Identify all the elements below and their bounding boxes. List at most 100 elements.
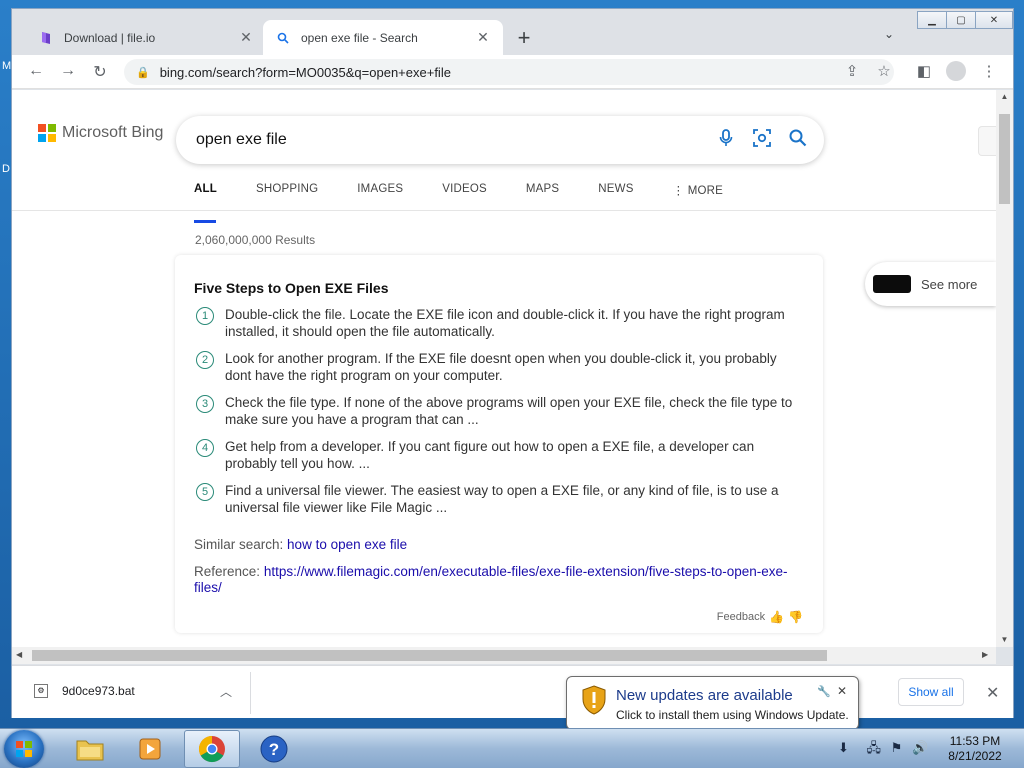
search-input[interactable]: open exe file <box>196 131 708 149</box>
scroll-down-icon[interactable]: ▼ <box>996 635 1013 644</box>
search-icon[interactable] <box>780 129 816 152</box>
step-text: Check the file type. If none of the abov… <box>225 395 793 427</box>
tab-strip: Download | file.io ✕ open exe file - Sea… <box>12 9 1013 55</box>
scrollbar-thumb[interactable] <box>32 650 827 661</box>
sidebar-toggle[interactable] <box>978 126 996 156</box>
search-box[interactable]: open exe file <box>176 116 824 164</box>
step-text: Look for another program. If the EXE fil… <box>225 351 777 383</box>
horizontal-scrollbar[interactable]: ◀ ▶ <box>12 647 996 664</box>
scope-more[interactable]: ⋮ MORE <box>673 183 723 213</box>
reload-icon[interactable]: ↻ <box>90 62 110 82</box>
notification-body: Click to install them using Windows Upda… <box>616 708 849 722</box>
side-panel-icon[interactable]: ◧ <box>914 62 934 80</box>
start-button[interactable] <box>4 730 44 768</box>
close-icon[interactable]: ✕ <box>837 684 847 698</box>
network-icon[interactable]: 🖧 <box>867 740 882 755</box>
download-item[interactable]: ⚙ 9d0ce973.bat <box>34 684 135 698</box>
thumbs-down-icon[interactable]: 👎 <box>788 610 803 624</box>
help-icon: ? <box>260 735 288 763</box>
logo-text: Microsoft Bing <box>62 124 164 141</box>
answer-card: Five Steps to Open EXE Files 1 Double-cli… <box>175 255 823 633</box>
scrollbar-thumb[interactable] <box>999 114 1010 204</box>
forward-icon[interactable]: → <box>58 62 78 80</box>
chevron-up-icon[interactable]: ︿ <box>220 683 232 700</box>
options-icon[interactable]: 🔧 <box>817 685 831 698</box>
media-player-icon <box>139 738 161 760</box>
new-tab-button[interactable]: + <box>512 25 536 51</box>
scroll-right-icon[interactable]: ▶ <box>982 650 988 659</box>
close-icon[interactable]: ✕ <box>238 29 254 46</box>
step-number: 3 <box>196 395 214 413</box>
system-tray: ⬇ 🖧 ⚑ 🔊 <box>838 739 928 761</box>
star-icon[interactable]: ☆ <box>874 62 894 80</box>
step-text: Get help from a developer. If you cant f… <box>225 439 755 471</box>
results-count: 2,060,000,000 Results <box>195 233 316 247</box>
browser-toolbar: ← → ↻ 🔒 bing.com/search?form=MO0035&q=op… <box>12 55 1013 89</box>
bing-logo[interactable]: Microsoft Bing <box>38 124 163 142</box>
folder-icon <box>76 740 104 761</box>
list-item: 5 Find a universal file viewer. The easie… <box>194 482 794 516</box>
visual-search-icon[interactable] <box>744 128 780 153</box>
minimize-button[interactable]: ▁ <box>917 11 947 29</box>
scope-videos[interactable]: VIDEOS <box>442 183 487 213</box>
scope-images[interactable]: IMAGES <box>357 183 403 213</box>
clock-time: 11:53 PM <box>949 734 1001 748</box>
taskbar-chrome[interactable] <box>184 730 240 768</box>
browser-window: Download | file.io ✕ open exe file - Sea… <box>11 8 1014 718</box>
tab-title: open exe file - Search <box>301 30 418 45</box>
scope-shopping[interactable]: SHOPPING <box>256 183 318 213</box>
divider <box>250 672 251 714</box>
taskbar-media-player[interactable] <box>122 730 178 768</box>
fileio-icon <box>38 30 54 46</box>
download-filename: 9d0ce973.bat <box>62 684 135 698</box>
feedback-label[interactable]: Feedback <box>717 611 765 623</box>
similar-search-link[interactable]: how to open exe file <box>287 537 407 552</box>
url-text: bing.com/search?form=MO0035&q=open+exe+f… <box>159 64 451 80</box>
tab-fileio[interactable]: Download | file.io ✕ <box>26 20 266 55</box>
menu-icon[interactable]: ⋮ <box>979 62 999 80</box>
vertical-scrollbar[interactable]: ▲ ▼ <box>996 90 1013 647</box>
step-number: 5 <box>196 483 214 501</box>
search-scopes: ALL SHOPPING IMAGES VIDEOS MAPS NEWS ⋮ M… <box>194 183 762 223</box>
reference-link[interactable]: https://www.filemagic.com/en/executable-… <box>194 564 788 595</box>
lock-icon: 🔒 <box>136 66 150 79</box>
thumbnail-image <box>873 275 911 293</box>
list-item: 2 Look for another program. If the EXE fi… <box>194 350 794 384</box>
scope-maps[interactable]: MAPS <box>526 183 559 213</box>
clock[interactable]: 11:53 PM 8/21/2022 <box>940 734 1010 764</box>
close-icon[interactable]: ✕ <box>986 683 999 703</box>
shield-warning-icon <box>582 685 606 715</box>
taskbar-help[interactable]: ? <box>246 730 302 768</box>
close-icon[interactable]: ✕ <box>475 29 491 46</box>
divider <box>12 210 996 211</box>
update-notification[interactable]: New updates are available Click to insta… <box>566 676 859 742</box>
tab-title: Download | file.io <box>64 30 156 45</box>
step-number: 2 <box>196 351 214 369</box>
scroll-left-icon[interactable]: ◀ <box>16 650 22 659</box>
page-viewport: Microsoft Bing open exe file ALL SHOPPIN… <box>12 90 996 647</box>
back-icon[interactable]: ← <box>26 62 46 80</box>
scope-news[interactable]: NEWS <box>598 183 633 213</box>
chevron-down-icon[interactable]: ⌄ <box>884 27 894 41</box>
search-icon <box>275 30 291 46</box>
close-window-button[interactable]: ✕ <box>975 11 1013 29</box>
volume-icon[interactable]: 🔊 <box>912 740 928 755</box>
maximize-button[interactable]: ▢ <box>946 11 976 29</box>
scroll-up-icon[interactable]: ▲ <box>996 92 1013 101</box>
see-more-button[interactable]: See more <box>865 262 996 306</box>
step-text: Find a universal file viewer. The easies… <box>225 483 779 515</box>
share-icon[interactable]: ⇪ <box>842 62 862 80</box>
taskbar-explorer[interactable] <box>62 730 118 768</box>
microphone-icon[interactable] <box>708 128 744 152</box>
action-center-icon[interactable]: ⚑ <box>891 740 903 755</box>
thumbs-up-icon[interactable]: 👍 <box>769 610 784 624</box>
update-tray-icon[interactable]: ⬇ <box>838 740 849 755</box>
address-bar[interactable]: 🔒 bing.com/search?form=MO0035&q=open+exe… <box>124 59 894 85</box>
profile-avatar[interactable] <box>946 61 966 81</box>
scope-all[interactable]: ALL <box>194 183 217 223</box>
microsoft-logo-icon <box>38 124 56 142</box>
show-all-button[interactable]: Show all <box>898 678 964 706</box>
tab-bing-search[interactable]: open exe file - Search ✕ <box>263 20 503 55</box>
windows-logo-icon <box>16 741 32 757</box>
chrome-icon <box>198 735 225 763</box>
